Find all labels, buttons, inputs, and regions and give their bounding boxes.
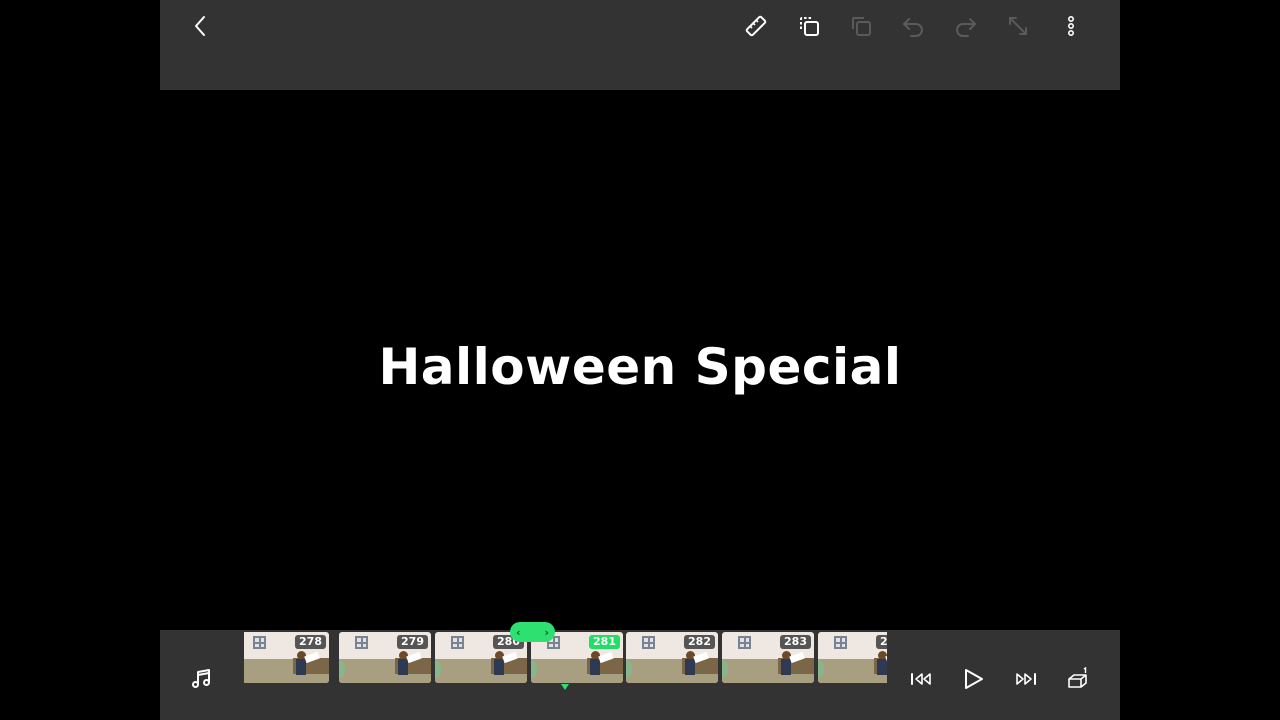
frame-nav-pill[interactable]: ‹ › bbox=[510, 622, 555, 642]
more-button[interactable] bbox=[1053, 8, 1089, 44]
frame-thumbnail[interactable]: 279 bbox=[339, 632, 431, 683]
window-graphic bbox=[738, 636, 751, 649]
copy-frame-icon bbox=[800, 17, 819, 36]
skip-to-end-icon bbox=[1016, 673, 1036, 685]
frame-number: 283 bbox=[780, 635, 811, 649]
window-graphic bbox=[355, 636, 368, 649]
canvas-title-text: Halloween Special bbox=[378, 338, 902, 396]
skip-to-end-button[interactable] bbox=[1008, 661, 1044, 697]
frame-number: 284 bbox=[876, 635, 887, 649]
undo-icon bbox=[903, 18, 923, 37]
music-icon bbox=[192, 669, 210, 688]
redo-icon bbox=[956, 18, 976, 37]
duplicate-button[interactable] bbox=[843, 8, 879, 44]
window-graphic bbox=[834, 636, 847, 649]
frame-number: 282 bbox=[684, 635, 715, 649]
animation-editor: Halloween Special 278 279 280 281 282 28… bbox=[160, 0, 1120, 720]
prev-frame-arrow[interactable]: ‹ bbox=[516, 627, 521, 638]
frame-number: 279 bbox=[397, 635, 428, 649]
frame-number: 278 bbox=[295, 635, 326, 649]
frame-thumbnail[interactable]: 283 bbox=[722, 632, 814, 683]
layers-button[interactable] bbox=[1060, 661, 1096, 697]
window-graphic bbox=[451, 636, 464, 649]
back-icon bbox=[195, 16, 205, 36]
more-icon bbox=[1068, 15, 1075, 36]
top-toolbar bbox=[160, 0, 1120, 90]
frame-canvas[interactable]: Halloween Special bbox=[160, 90, 1120, 630]
bottom-timeline-bar: 278 279 280 281 282 283 2 ‹ › bbox=[160, 622, 1120, 720]
play-icon bbox=[965, 669, 983, 689]
back-button[interactable] bbox=[183, 8, 219, 44]
resize-icon bbox=[1009, 17, 1027, 35]
next-frame-arrow[interactable]: › bbox=[544, 627, 549, 638]
window-graphic bbox=[253, 636, 266, 649]
frame-thumbnail[interactable]: 278 bbox=[244, 632, 329, 683]
resize-button[interactable] bbox=[1000, 8, 1036, 44]
window-graphic bbox=[642, 636, 655, 649]
rewind-to-start-button[interactable] bbox=[903, 661, 939, 697]
layers-icon bbox=[1068, 667, 1087, 688]
frame-thumbnail[interactable]: 284 bbox=[818, 632, 887, 683]
frame-strip[interactable]: 278 279 280 281 282 283 2 bbox=[244, 630, 887, 686]
duplicate-icon bbox=[852, 17, 871, 36]
undo-button[interactable] bbox=[895, 8, 931, 44]
current-frame-number: 281 bbox=[589, 635, 620, 649]
play-button[interactable] bbox=[955, 661, 991, 697]
frame-thumbnail[interactable]: 282 bbox=[626, 632, 718, 683]
rewind-to-start-icon bbox=[911, 673, 931, 685]
ruler-button[interactable] bbox=[738, 8, 774, 44]
ruler-icon bbox=[745, 15, 767, 37]
copy-frame-button[interactable] bbox=[791, 8, 827, 44]
redo-button[interactable] bbox=[948, 8, 984, 44]
music-button[interactable] bbox=[183, 661, 219, 697]
playhead-marker bbox=[561, 684, 569, 690]
